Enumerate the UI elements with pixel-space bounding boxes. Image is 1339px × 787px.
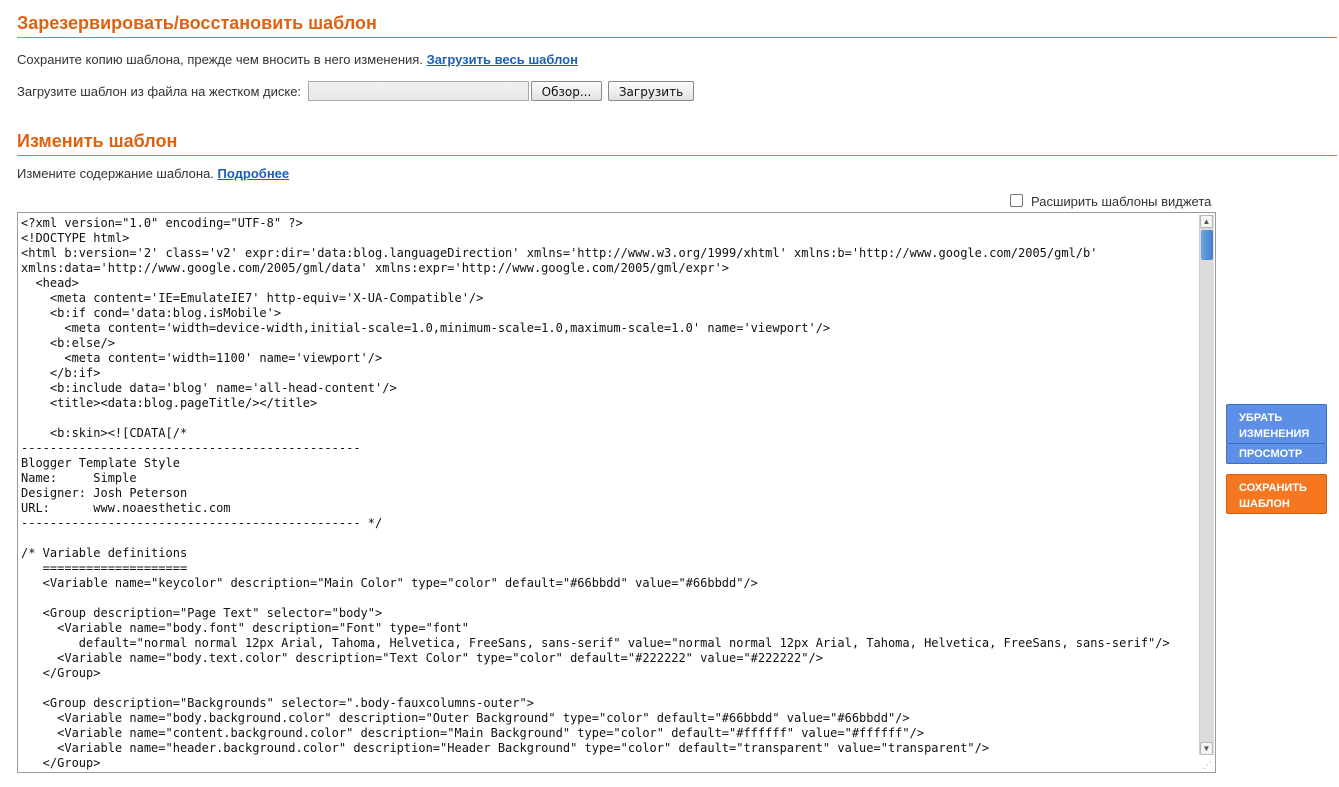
upload-button[interactable]: Загрузить (608, 81, 694, 101)
revert-changes-button[interactable]: УБРАТЬ ИЗМЕНЕНИЯ (1226, 404, 1327, 444)
expand-widgets-row[interactable]: Расширить шаблоны виджета (1010, 194, 1211, 209)
browse-button[interactable]: Обзор... (531, 81, 602, 101)
edit-section-title: Изменить шаблон (17, 131, 1337, 156)
expand-widgets-checkbox[interactable] (1010, 194, 1023, 207)
editor-scrollbar[interactable]: ▲ ▼ (1199, 215, 1214, 755)
file-path-input[interactable] (308, 81, 529, 101)
scroll-down-arrow-icon[interactable]: ▼ (1200, 742, 1213, 755)
resize-grip-icon[interactable]: ⋰ (1203, 760, 1213, 770)
scroll-thumb[interactable] (1201, 230, 1213, 260)
download-template-link[interactable]: Загрузить весь шаблон (427, 52, 578, 67)
backup-copy-text: Сохраните копию шаблона, прежде чем внос… (17, 52, 423, 67)
scroll-up-arrow-icon[interactable]: ▲ (1200, 215, 1213, 228)
save-template-button[interactable]: СОХРАНИТЬ ШАБЛОН (1226, 474, 1327, 514)
template-code-editor[interactable]: <?xml version="1.0" encoding="UTF-8" ?> … (17, 212, 1216, 773)
edit-desc-text: Измените содержание шаблона. (17, 166, 214, 181)
more-info-link[interactable]: Подробнее (218, 166, 290, 181)
edit-desc-row: Измените содержание шаблона. Подробнее (17, 166, 289, 181)
backup-section-title: Зарезервировать/восстановить шаблон (17, 13, 1337, 38)
preview-button[interactable]: ПРОСМОТР (1226, 443, 1327, 464)
expand-widgets-label: Расширить шаблоны виджета (1031, 194, 1212, 209)
template-code[interactable]: <?xml version="1.0" encoding="UTF-8" ?> … (21, 216, 1170, 771)
upload-label: Загрузите шаблон из файла на жестком дис… (17, 84, 302, 99)
backup-copy-row: Сохраните копию шаблона, прежде чем внос… (17, 52, 578, 67)
